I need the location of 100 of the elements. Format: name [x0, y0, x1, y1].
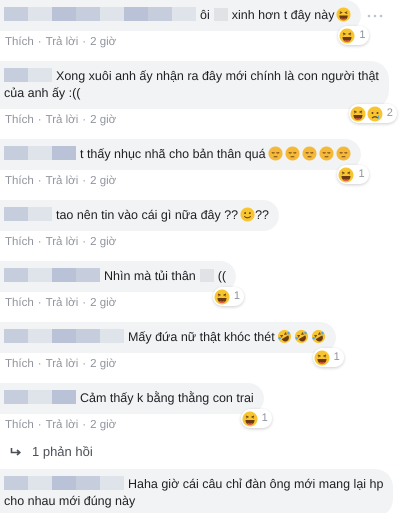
pixelation-tile [28, 476, 52, 490]
pixelation-tile [172, 7, 196, 21]
pixelation-tile [28, 146, 52, 160]
pixelation-tile [100, 476, 124, 490]
separator-dot: · [38, 296, 42, 310]
pixelation-tile [124, 7, 148, 21]
pixelation-tile [4, 329, 28, 343]
pixelation-tile [28, 390, 52, 404]
action-link[interactable]: Thích [5, 296, 34, 310]
smiling-emoji-icon [240, 207, 256, 222]
replies-link[interactable]: 1 phản hồi [32, 444, 93, 459]
separator-dot: · [82, 113, 86, 127]
laughing-emoji-icon [350, 106, 366, 122]
separator-dot: · [82, 418, 86, 432]
separator-dot: · [38, 357, 42, 371]
pixelation-tile [4, 68, 28, 82]
separator-dot: · [38, 113, 42, 127]
comment-text: t thấy nhục nhã cho bản thân quá [80, 147, 266, 161]
timestamp[interactable]: 2 giờ [90, 357, 116, 371]
pixelation-tile [28, 207, 52, 221]
reaction-count[interactable]: 1 [212, 287, 244, 306]
pixelation-tile [4, 476, 28, 490]
action-link[interactable]: Thích [5, 113, 34, 127]
separator-dot: · [82, 296, 86, 310]
pixelation-tile [4, 390, 28, 404]
pixelation-tile [100, 329, 124, 343]
pixelation-tile [4, 146, 28, 160]
action-link[interactable]: Thích [5, 35, 34, 49]
timestamp[interactable]: 2 giờ [90, 35, 116, 49]
comment-text: ôi [200, 8, 210, 22]
pensive-emoji-icon [318, 146, 334, 161]
pixelation-tile [76, 476, 100, 490]
separator-dot: · [82, 357, 86, 371]
action-link[interactable]: Thích [5, 174, 34, 188]
rolling-laughing-emoji-icon [294, 329, 309, 344]
action-link[interactable]: Trả lời [46, 35, 78, 49]
comment-text: Nhìn mà tủi thân [104, 269, 196, 283]
separator-dot: · [38, 418, 42, 432]
pixelation-tile [4, 7, 28, 21]
reaction-count[interactable]: 1 [312, 348, 344, 367]
action-link[interactable]: Trả lời [46, 296, 78, 310]
comment-text: Mấy đứa nữ thật khóc thét [128, 330, 275, 344]
comment-text: của anh ấy :(( [4, 86, 80, 100]
pensive-emoji-icon [302, 146, 317, 161]
laughing-emoji-icon [339, 28, 356, 44]
pixelation-tile [100, 7, 124, 21]
timestamp[interactable]: 2 giờ [90, 174, 116, 188]
comment-text: Haha giờ cái câu chỉ đàn ông mới mang lại hp [128, 477, 384, 491]
pixelation-tile [148, 7, 172, 21]
pensive-emoji-icon [336, 146, 351, 161]
action-link[interactable]: Trả lời [46, 113, 78, 127]
reaction-count[interactable]: 1 [337, 165, 369, 184]
laughing-emoji-icon [242, 410, 258, 426]
laughing-emoji-icon [314, 350, 330, 366]
action-link[interactable]: Thích [5, 418, 34, 432]
pixelation-tile [52, 7, 76, 21]
action-link[interactable]: Trả lời [46, 235, 78, 249]
action-link[interactable]: Thích [5, 235, 34, 249]
pixelation-tile [4, 268, 28, 282]
timestamp[interactable]: 2 giờ [90, 418, 116, 432]
comment-text: tao nên tin vào cái gì nữa đây ?? [56, 208, 238, 222]
pixelation-tile [28, 329, 52, 343]
separator-dot: · [38, 235, 42, 249]
comment-text: Xong xuôi anh ấy nhận ra đây mới chính là con người thật [56, 69, 379, 83]
separator-dot: · [82, 235, 86, 249]
more-options-icon[interactable] [367, 14, 384, 18]
comment-text: Cảm thấy k bằng thằng con trai [80, 391, 254, 405]
timestamp[interactable]: 2 giờ [90, 235, 116, 249]
laughing-emoji-icon [336, 7, 352, 22]
separator-dot: · [38, 174, 42, 188]
comment-text: (( [218, 269, 226, 283]
reaction-count[interactable]: 1 [338, 26, 370, 45]
comment-text: xinh hơn t đây này [232, 8, 334, 22]
pixelation-tile [52, 146, 76, 160]
action-link[interactable]: Trả lời [46, 418, 78, 432]
pensive-emoji-icon [268, 146, 283, 161]
timestamp[interactable]: 2 giờ [90, 296, 116, 310]
pixelation-tile [52, 390, 76, 404]
pixelation-tile [52, 476, 76, 490]
action-link[interactable]: Trả lời [46, 174, 78, 188]
comment-text: ?? [255, 208, 270, 222]
reply-arrow-icon [10, 446, 22, 456]
pixelation-tile [4, 207, 28, 221]
action-link[interactable]: Trả lời [46, 357, 78, 371]
reaction-count[interactable]: 2 [348, 104, 397, 123]
timestamp[interactable]: 2 giờ [90, 113, 116, 127]
pixelation-tile [76, 329, 100, 343]
laughing-emoji-icon [214, 288, 230, 304]
rolling-laughing-emoji-icon [310, 329, 326, 344]
pensive-emoji-icon [284, 146, 300, 161]
rolling-laughing-emoji-icon [276, 329, 292, 344]
pixelation-tile [52, 329, 76, 343]
separator-dot: · [82, 174, 86, 188]
pixelation-tile [76, 7, 100, 21]
pixelation-tile [28, 268, 52, 282]
action-link[interactable]: Thích [5, 357, 34, 371]
pixelation-tile [28, 7, 52, 21]
laughing-emoji-icon [338, 166, 354, 182]
reaction-count[interactable]: 1 [240, 409, 272, 428]
comment-text: cho nhau mới đúng này [4, 494, 136, 508]
